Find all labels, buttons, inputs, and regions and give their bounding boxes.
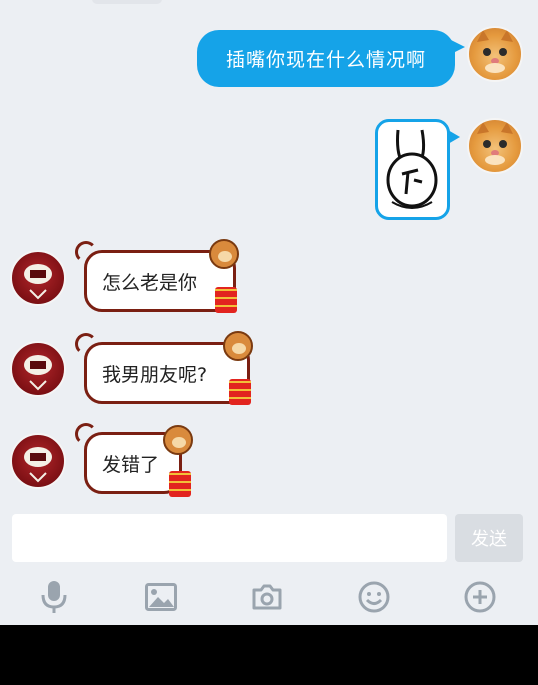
character-face-icon [24, 355, 52, 391]
chat-area: 插嘴你现在什么情况啊 怎么老是你 我男朋友呢? 发错了 [0, 0, 538, 505]
microphone-button[interactable] [34, 577, 74, 617]
send-button[interactable]: 发送 [455, 514, 523, 562]
message-text: 发错了 [102, 453, 160, 476]
cat-face-icon [477, 122, 513, 165]
microphone-icon [41, 581, 67, 613]
input-bar: 发送 [0, 505, 538, 567]
image-button[interactable] [141, 577, 181, 617]
message-text: 插嘴你现在什么情况啊 [225, 49, 426, 71]
rabbit-sticker-icon [386, 129, 438, 209]
message-text: 怎么老是你 [102, 271, 198, 294]
more-button[interactable] [460, 577, 500, 617]
emoji-icon [358, 581, 390, 613]
monkey-icon [223, 331, 253, 361]
cat-face-icon [477, 30, 513, 73]
my-avatar[interactable] [467, 118, 523, 174]
system-navigation-bar [0, 625, 538, 685]
contact-avatar[interactable] [10, 250, 66, 306]
message-input[interactable] [12, 514, 447, 562]
incoming-message-bubble[interactable]: 发错了 [75, 423, 193, 497]
camera-icon [252, 584, 282, 610]
camera-button[interactable] [247, 577, 287, 617]
character-face-icon [24, 264, 52, 300]
image-icon [145, 583, 177, 611]
emoji-button[interactable] [354, 577, 394, 617]
firecracker-icon [169, 471, 191, 497]
my-avatar[interactable] [467, 26, 523, 82]
monkey-icon [163, 425, 193, 455]
firecracker-icon [215, 287, 237, 313]
plus-icon [464, 581, 496, 613]
monkey-icon [209, 239, 239, 269]
bubble-curl-decoration [75, 241, 97, 263]
toolbar [0, 567, 538, 625]
outgoing-sticker-bubble[interactable] [375, 119, 460, 220]
incoming-message-bubble[interactable]: 怎么老是你 [75, 239, 239, 313]
firecracker-icon [229, 379, 251, 405]
contact-avatar[interactable] [10, 433, 66, 489]
contact-avatar[interactable] [10, 341, 66, 397]
message-text: 我男朋友呢? [102, 363, 208, 386]
bubble-curl-decoration [75, 423, 97, 445]
previous-message-remnant [92, 0, 162, 4]
character-face-icon [24, 447, 52, 483]
bubble-curl-decoration [75, 333, 97, 355]
outgoing-message-bubble[interactable]: 插嘴你现在什么情况啊 [197, 30, 465, 87]
incoming-message-bubble[interactable]: 我男朋友呢? [75, 331, 253, 405]
